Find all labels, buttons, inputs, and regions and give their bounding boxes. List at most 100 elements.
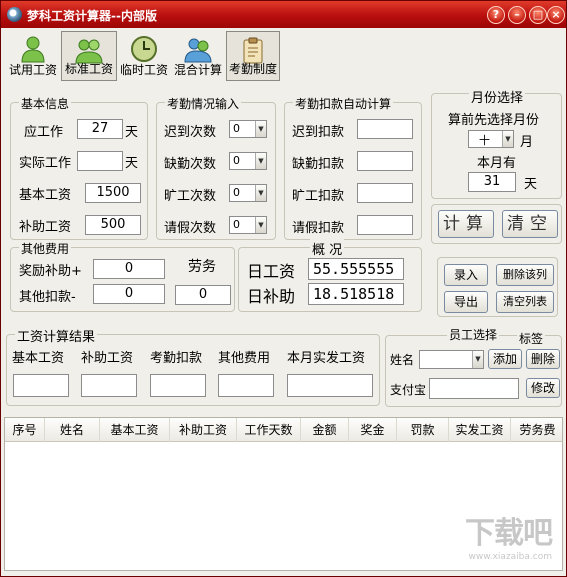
result-base-output	[13, 374, 69, 397]
dropdown-arrow-icon[interactable]: ▼	[255, 153, 266, 169]
employee-name-select[interactable]: ▼	[419, 350, 484, 369]
result-subsidy-label: 补助工资	[81, 351, 134, 366]
minimize-button[interactable]: –	[508, 6, 526, 24]
month-unit: 月	[520, 135, 534, 150]
column-header[interactable]: 序号	[5, 418, 45, 442]
clear-button[interactable]: 清空	[502, 210, 558, 238]
column-header[interactable]: 补助工资	[170, 418, 237, 442]
column-header[interactable]: 奖金	[349, 418, 397, 442]
other-deduct-input[interactable]: 0	[93, 284, 165, 304]
window-title: 梦科工资计算器--内部版	[27, 9, 157, 23]
column-header[interactable]: 姓名	[45, 418, 100, 442]
absent-count-label: 缺勤次数	[164, 157, 217, 172]
labor-input[interactable]: 0	[175, 285, 231, 305]
column-header[interactable]: 实发工资	[449, 418, 511, 442]
app-logo-icon	[7, 7, 22, 22]
column-header[interactable]: 工作天数	[237, 418, 301, 442]
truant-count-select[interactable]: 0 ▼	[229, 184, 267, 202]
leave-deduct-label: 请假扣款	[292, 221, 345, 236]
result-deduction-output	[150, 374, 206, 397]
users-icon	[184, 38, 212, 63]
attendance-input-title: 考勤情况输入	[165, 95, 242, 112]
column-header[interactable]: 基本工资	[100, 418, 170, 442]
days-in-month-input[interactable]: 31	[468, 172, 516, 192]
dropdown-arrow-icon[interactable]: ▼	[255, 121, 266, 137]
base-wage-input[interactable]: 1500	[85, 183, 141, 203]
subsidy-wage-label: 补助工资	[19, 220, 72, 235]
late-count-label: 迟到次数	[164, 125, 217, 140]
help-button[interactable]: ?	[487, 6, 505, 24]
daily-subsidy-label: 日补助	[247, 287, 296, 306]
daily-subsidy-output: 18.518518	[308, 283, 404, 305]
enter-button[interactable]: 录入	[444, 264, 488, 286]
employee-title: 员工选择	[447, 326, 500, 343]
attendance-label: 应工作	[24, 125, 64, 140]
close-button[interactable]: ×	[547, 6, 565, 24]
subsidy-wage-input[interactable]: 500	[85, 215, 141, 235]
tool-label: 试用工资	[8, 63, 57, 77]
absent-count-select[interactable]: 0 ▼	[229, 152, 267, 170]
leave-count-select[interactable]: 0 ▼	[229, 216, 267, 234]
select-value: 十	[479, 134, 490, 147]
late-count-select[interactable]: 0 ▼	[229, 120, 267, 138]
calculate-button[interactable]: 计算	[438, 210, 494, 238]
alipay-input[interactable]	[429, 378, 519, 399]
delete-column-button[interactable]: 删除该列	[496, 264, 554, 286]
title-bar[interactable]: 梦科工资计算器--内部版 ? – □ ×	[1, 1, 566, 28]
dropdown-arrow-icon[interactable]: ▼	[472, 351, 483, 368]
dropdown-arrow-icon[interactable]: ▼	[255, 185, 266, 201]
maximize-button[interactable]: □	[529, 6, 547, 24]
delete-employee-button[interactable]: 删除	[526, 349, 560, 369]
result-subsidy-output	[81, 374, 137, 397]
truant-deduct-output	[357, 183, 413, 203]
month-select[interactable]: 十 ▼	[468, 130, 514, 148]
daily-wage-label: 日工资	[247, 262, 296, 281]
tool-label: 临时工资	[119, 63, 168, 77]
attendance-days-input[interactable]: 27	[77, 119, 123, 139]
tool-attendance-policy[interactable]: 考勤制度	[226, 31, 280, 81]
late-deduct-label: 迟到扣款	[292, 125, 345, 140]
actual-work-unit: 天	[125, 156, 139, 171]
actual-work-input[interactable]	[77, 151, 123, 171]
column-header[interactable]: 劳务费	[511, 418, 564, 442]
toolbar: 试用工资 标准工资 临时工资 混合计算 考勤制度	[2, 28, 565, 84]
person-icon	[21, 36, 45, 63]
tool-label: 考勤制度	[228, 62, 277, 76]
select-value: 0	[233, 154, 240, 167]
add-employee-button[interactable]: 添加	[488, 349, 522, 369]
result-actual-label: 本月实发工资	[287, 351, 366, 366]
late-deduct-output	[357, 119, 413, 139]
leave-count-label: 请假次数	[164, 221, 217, 236]
salary-table[interactable]: 序号 姓名 基本工资 补助工资 工作天数 金额 奖金 罚款 实发工资 劳务费 下…	[4, 417, 563, 571]
export-button[interactable]: 导出	[444, 291, 488, 313]
tool-label: 混合计算	[173, 63, 222, 77]
result-other-label: 其他费用	[218, 351, 271, 366]
tool-standard-wage[interactable]: 标准工资	[61, 31, 117, 81]
bonus-label: 奖励补助+	[19, 264, 82, 279]
clear-list-button[interactable]: 清空列表	[496, 291, 554, 313]
tool-trial-wage[interactable]: 试用工资	[6, 31, 60, 81]
tool-temp-wage[interactable]: 临时工资	[118, 31, 170, 81]
month-hint: 算前先选择月份	[448, 113, 540, 128]
clock-icon	[131, 36, 157, 62]
select-value: 0	[233, 186, 240, 199]
select-value: 0	[233, 218, 240, 231]
tool-label: 标准工资	[64, 62, 113, 76]
deduction-auto-title: 考勤扣款自动计算	[293, 95, 394, 112]
labor-label: 劳务	[188, 259, 216, 275]
absent-deduct-label: 缺勤扣款	[292, 157, 345, 172]
dropdown-arrow-icon[interactable]: ▼	[502, 131, 513, 147]
watermark-text: 下载吧	[465, 516, 553, 551]
table-header: 序号 姓名 基本工资 补助工资 工作天数 金额 奖金 罚款 实发工资 劳务费	[5, 418, 562, 442]
column-header[interactable]: 罚款	[397, 418, 449, 442]
tag-title: 标签	[517, 330, 546, 347]
attendance-unit: 天	[125, 125, 139, 140]
result-other-output	[218, 374, 274, 397]
dropdown-arrow-icon[interactable]: ▼	[255, 217, 266, 233]
tool-mixed-calc[interactable]: 混合计算	[171, 31, 225, 81]
result-base-label: 基本工资	[12, 351, 65, 366]
base-wage-label: 基本工资	[19, 188, 72, 203]
bonus-input[interactable]: 0	[93, 259, 165, 279]
column-header[interactable]: 金额	[301, 418, 349, 442]
modify-button[interactable]: 修改	[526, 378, 560, 398]
